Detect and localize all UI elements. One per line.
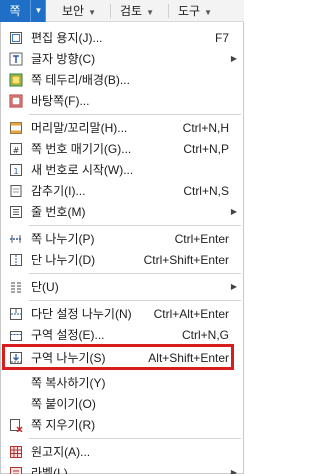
menu-item-label: 단 나누기(D) bbox=[31, 253, 96, 267]
menu-item-page-border[interactable]: 쪽 테두리/배경(B)... bbox=[1, 70, 243, 90]
menu-item-label: 쪽 번호 매기기(G)... bbox=[31, 142, 132, 156]
label-icon bbox=[9, 466, 23, 474]
menu-separator bbox=[29, 300, 241, 301]
menu-item-header-footer[interactable]: 머리말/꼬리말(H)... Ctrl+N,H bbox=[1, 118, 243, 138]
menu-item-label: 다단 설정 나누기(N) bbox=[31, 307, 132, 321]
menubar-divider bbox=[110, 4, 111, 18]
menu-item-line-number[interactable]: 줄 번호(M) ▶ bbox=[1, 202, 243, 222]
menu-item-label: 쪽 복사하기(Y) bbox=[31, 376, 106, 390]
menu-page-tab[interactable]: 쪽 ▼ bbox=[0, 0, 46, 22]
chevron-right-icon: ▶ bbox=[230, 207, 237, 216]
page-break-icon bbox=[9, 232, 23, 246]
columns-icon bbox=[9, 280, 23, 294]
menu-item-shortcut: Ctrl+N,S bbox=[183, 184, 229, 198]
menu-tools-label: 도구 bbox=[178, 4, 201, 18]
hide-icon bbox=[9, 184, 23, 198]
chevron-down-icon: ▼ bbox=[88, 8, 97, 17]
menu-item-label: 머리말/꼬리말(H)... bbox=[31, 121, 128, 135]
menu-item-label: 쪽 지우기(R) bbox=[31, 418, 96, 432]
menu-item-shortcut: Ctrl+Enter bbox=[174, 232, 229, 246]
chevron-down-icon[interactable]: ▼ bbox=[30, 0, 46, 22]
menu-item-label: 편집 용지(J)... bbox=[31, 31, 103, 45]
menu-page-label: 쪽 bbox=[9, 4, 21, 18]
master-page-icon bbox=[9, 94, 23, 108]
page-setup-icon bbox=[9, 31, 23, 45]
menu-item-label-submenu[interactable]: 라벨(L) ▶ bbox=[1, 463, 243, 474]
menu-item-shortcut: F7 bbox=[214, 31, 229, 45]
chevron-down-icon: ▼ bbox=[204, 8, 213, 17]
new-number-icon: 1 bbox=[9, 163, 23, 177]
menu-item-label: 쪽 나누기(P) bbox=[31, 232, 95, 246]
menu-item-label: 라벨(L) bbox=[31, 466, 68, 474]
svg-text:#: # bbox=[13, 146, 20, 155]
menu-separator bbox=[29, 225, 241, 226]
menu-item-master-page[interactable]: 바탕쪽(F)... bbox=[1, 91, 243, 111]
highlight-box bbox=[2, 344, 234, 370]
menu-item-delete-page[interactable]: 쪽 지우기(R) bbox=[1, 415, 243, 435]
menu-item-shortcut: Ctrl+N,H bbox=[182, 121, 229, 135]
menu-item-manuscript[interactable]: 원고지(A)... bbox=[1, 442, 243, 462]
menu-item-shortcut: Ctrl+N,P bbox=[183, 142, 229, 156]
chevron-right-icon: ▶ bbox=[230, 54, 237, 63]
menubar-divider bbox=[168, 4, 169, 18]
menu-item-text-direction[interactable]: 글자 방향(C) ▶ bbox=[1, 49, 243, 69]
menu-item-column-break[interactable]: 단 나누기(D) Ctrl+Shift+Enter bbox=[1, 250, 243, 270]
multi-column-break-icon bbox=[9, 307, 23, 321]
menu-item-shortcut: Ctrl+Shift+Enter bbox=[143, 253, 229, 267]
menu-separator bbox=[29, 438, 241, 439]
header-footer-icon bbox=[9, 121, 23, 135]
menu-item-label: 쪽 붙이기(O) bbox=[31, 397, 96, 411]
page-border-icon bbox=[9, 73, 23, 87]
menu-separator bbox=[29, 273, 241, 274]
menu-item-label: 줄 번호(M) bbox=[31, 205, 86, 219]
chevron-down-icon: ▼ bbox=[146, 8, 155, 17]
chevron-right-icon: ▶ bbox=[230, 282, 237, 291]
menu-item-new-number[interactable]: 1 새 번호로 시작(W)... bbox=[1, 160, 243, 180]
page-number-icon: # bbox=[9, 142, 23, 156]
svg-text:1: 1 bbox=[13, 167, 18, 176]
menu-item-columns[interactable]: 단(U) ▶ bbox=[1, 277, 243, 297]
menu-item-label: 원고지(A)... bbox=[31, 445, 91, 459]
menu-item-section-setup[interactable]: 구역 설정(E)... Ctrl+N,G bbox=[1, 325, 243, 345]
menu-item-page-break[interactable]: 쪽 나누기(P) Ctrl+Enter bbox=[1, 229, 243, 249]
menu-item-page-setup[interactable]: 편집 용지(J)... F7 bbox=[1, 28, 243, 48]
menu-item-shortcut: Ctrl+Alt+Enter bbox=[153, 307, 229, 321]
menu-item-label: 새 번호로 시작(W)... bbox=[31, 163, 134, 177]
menubar: 쪽 ▼ 보안 ▼ 검토 ▼ 도구 ▼ bbox=[0, 0, 244, 22]
chevron-right-icon: ▶ bbox=[230, 468, 237, 474]
menu-review[interactable]: 검토 ▼ bbox=[120, 0, 154, 22]
menu-review-label: 검토 bbox=[120, 4, 143, 18]
column-break-icon bbox=[9, 253, 23, 267]
menu-item-label: 감추기(I)... bbox=[31, 184, 86, 198]
menu-item-label: 단(U) bbox=[31, 280, 59, 294]
menu-separator bbox=[29, 114, 241, 115]
text-direction-icon bbox=[9, 52, 23, 66]
menu-item-label: 구역 설정(E)... bbox=[31, 328, 105, 342]
menu-tools[interactable]: 도구 ▼ bbox=[178, 0, 212, 22]
menu-item-label: 바탕쪽(F)... bbox=[31, 94, 90, 108]
menu-security[interactable]: 보안 ▼ bbox=[62, 0, 96, 22]
menu-item-hide[interactable]: 감추기(I)... Ctrl+N,S bbox=[1, 181, 243, 201]
delete-page-icon bbox=[9, 418, 23, 433]
section-setup-icon bbox=[9, 328, 23, 342]
menu-item-label: 글자 방향(C) bbox=[31, 52, 96, 66]
menu-item-label: 쪽 테두리/배경(B)... bbox=[31, 73, 130, 87]
manuscript-icon bbox=[9, 445, 23, 459]
menu-item-shortcut: Ctrl+N,G bbox=[181, 328, 229, 342]
line-number-icon bbox=[9, 205, 23, 219]
page-menu-dropdown: 편집 용지(J)... F7 글자 방향(C) ▶ 쪽 테두리/배경(B)...… bbox=[0, 22, 244, 474]
menu-item-page-number[interactable]: # 쪽 번호 매기기(G)... Ctrl+N,P bbox=[1, 139, 243, 159]
menu-item-paste-page[interactable]: 쪽 붙이기(O) bbox=[1, 394, 243, 414]
menu-security-label: 보안 bbox=[62, 4, 85, 18]
menu-item-multi-column-break[interactable]: 다단 설정 나누기(N) Ctrl+Alt+Enter bbox=[1, 304, 243, 324]
menu-item-copy-page[interactable]: 쪽 복사하기(Y) bbox=[1, 373, 243, 393]
